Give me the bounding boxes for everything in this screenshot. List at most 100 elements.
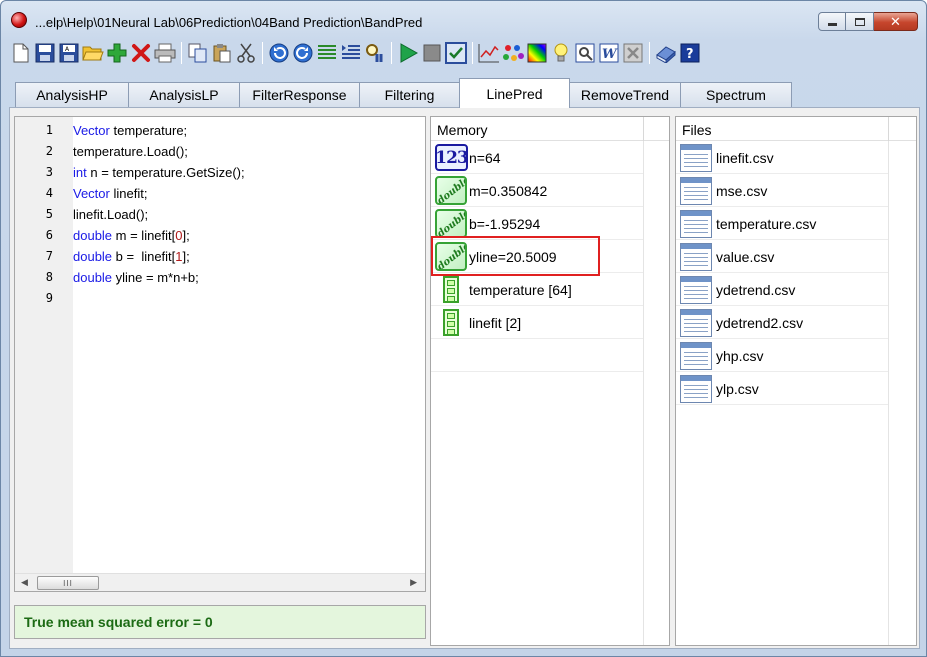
- memory-item-label: linefit [2]: [469, 315, 522, 331]
- file-item[interactable]: value.csv: [676, 240, 888, 273]
- code-line[interactable]: 3 int n = temperature.GetSize();: [15, 162, 425, 183]
- file-item[interactable]: ylp.csv: [676, 372, 888, 405]
- scroll-left-icon[interactable]: ◀: [21, 577, 28, 588]
- code-token: n = temperature.GetSize();: [86, 165, 245, 180]
- save-icon[interactable]: [33, 41, 57, 65]
- memory-item[interactable]: 123 n=64: [431, 141, 643, 174]
- scroll-right-icon[interactable]: ▶: [410, 577, 417, 588]
- align-left-icon[interactable]: [315, 41, 339, 65]
- tab-filterresponse[interactable]: FilterResponse: [239, 82, 360, 107]
- csv-file-icon: [680, 243, 712, 271]
- csv-file-icon: [680, 276, 712, 304]
- run-icon[interactable]: [396, 41, 420, 65]
- code-number: 0: [175, 228, 183, 243]
- tab-analysishp[interactable]: AnalysisHP: [15, 82, 129, 107]
- file-item[interactable]: yhp.csv: [676, 339, 888, 372]
- preview-icon[interactable]: [573, 41, 597, 65]
- horizontal-scrollbar[interactable]: ◀ III ▶: [15, 573, 425, 591]
- paste-icon[interactable]: [210, 41, 234, 65]
- csv-file-icon: [680, 342, 712, 370]
- line-number: 2: [45, 144, 53, 158]
- lightbulb-icon[interactable]: [549, 41, 573, 65]
- code-line[interactable]: 9: [15, 288, 425, 309]
- column-divider: [643, 141, 644, 645]
- memory-item-label: b=-1.95294: [469, 216, 541, 232]
- file-name: ydetrend2.csv: [716, 315, 804, 331]
- code-text: temperature.Load();: [73, 144, 188, 159]
- cut-icon[interactable]: [234, 41, 258, 65]
- code-line[interactable]: 4 Vector linefit;: [15, 183, 425, 204]
- file-name: value.csv: [716, 249, 775, 265]
- double-icon-text: double: [435, 176, 467, 205]
- code-text: Vector linefit;: [73, 186, 147, 201]
- book-icon[interactable]: [654, 41, 678, 65]
- line-number: 7: [45, 249, 53, 263]
- tab-analysislp[interactable]: AnalysisLP: [128, 82, 240, 107]
- close-button[interactable]: ✕: [874, 12, 918, 31]
- maximize-icon: [854, 17, 865, 26]
- file-item[interactable]: linefit.csv: [676, 141, 888, 174]
- code-keyword: Vector: [73, 123, 110, 138]
- code-text: Vector temperature;: [73, 123, 187, 138]
- excel-icon[interactable]: [621, 41, 645, 65]
- stop-icon[interactable]: [420, 41, 444, 65]
- copy-icon[interactable]: [186, 41, 210, 65]
- vector-icon: [443, 309, 459, 336]
- file-name: ydetrend.csv: [716, 282, 796, 298]
- code-line[interactable]: 6 double m = linefit[0];: [15, 225, 425, 246]
- line-number: 5: [45, 207, 53, 221]
- help-icon[interactable]: ?: [678, 41, 702, 65]
- tab-removetrend[interactable]: RemoveTrend: [569, 82, 681, 107]
- code-line[interactable]: 5 linefit.Load();: [15, 204, 425, 225]
- memory-item[interactable]: linefit [2]: [431, 306, 643, 339]
- tab-filtering[interactable]: Filtering: [359, 82, 460, 107]
- code-line[interactable]: 8 double yline = m*n+b;: [15, 267, 425, 288]
- undo-icon[interactable]: [267, 41, 291, 65]
- svg-text:W: W: [602, 47, 618, 62]
- toolbar-separator: [181, 42, 182, 64]
- csv-file-icon: [680, 375, 712, 403]
- memory-item[interactable]: temperature [64]: [431, 273, 643, 306]
- code-token: linefit;: [109, 186, 148, 201]
- code-line[interactable]: 1 Vector temperature;: [15, 120, 425, 141]
- code-token: b = linefit[: [112, 249, 176, 264]
- open-folder-icon[interactable]: [81, 41, 105, 65]
- window-controls: ✕: [818, 12, 918, 31]
- minimize-button[interactable]: [818, 12, 846, 31]
- add-icon[interactable]: [105, 41, 129, 65]
- integer-icon: 123: [435, 144, 469, 171]
- redo-icon[interactable]: [291, 41, 315, 65]
- code-text: double yline = m*n+b;: [73, 270, 199, 285]
- save-as-icon[interactable]: A: [57, 41, 81, 65]
- file-item[interactable]: ydetrend2.csv: [676, 306, 888, 339]
- palette-icon[interactable]: [501, 41, 525, 65]
- colormap-icon[interactable]: [525, 41, 549, 65]
- word-icon[interactable]: W: [597, 41, 621, 65]
- maximize-button[interactable]: [846, 12, 874, 31]
- file-item[interactable]: ydetrend.csv: [676, 273, 888, 306]
- file-item[interactable]: mse.csv: [676, 174, 888, 207]
- line-number: 4: [45, 186, 53, 200]
- find-icon[interactable]: [363, 41, 387, 65]
- memory-item[interactable]: double m=0.350842: [431, 174, 643, 207]
- csv-file-icon: [680, 177, 712, 205]
- tab-content: 1 Vector temperature; 2 temperature.Load();…: [9, 107, 920, 649]
- new-file-icon[interactable]: [9, 41, 33, 65]
- code-line[interactable]: 7 double b = linefit[1];: [15, 246, 425, 267]
- delete-icon[interactable]: [129, 41, 153, 65]
- memory-item-label: temperature [64]: [469, 282, 572, 298]
- tab-linepred[interactable]: LinePred: [459, 78, 570, 108]
- code-token: linefit.Load();: [73, 207, 149, 222]
- code-editor[interactable]: 1 Vector temperature; 2 temperature.Load();…: [14, 116, 426, 592]
- scrollbar-thumb[interactable]: III: [37, 576, 99, 590]
- indent-icon[interactable]: [339, 41, 363, 65]
- code-text: linefit.Load();: [73, 207, 148, 222]
- tab-spectrum[interactable]: Spectrum: [680, 82, 792, 107]
- memory-header: Memory: [431, 117, 669, 141]
- app-icon[interactable]: [11, 12, 27, 28]
- print-icon[interactable]: [153, 41, 177, 65]
- chart-icon[interactable]: [477, 41, 501, 65]
- file-item[interactable]: temperature.csv: [676, 207, 888, 240]
- code-line[interactable]: 2 temperature.Load();: [15, 141, 425, 162]
- check-icon[interactable]: [444, 41, 468, 65]
